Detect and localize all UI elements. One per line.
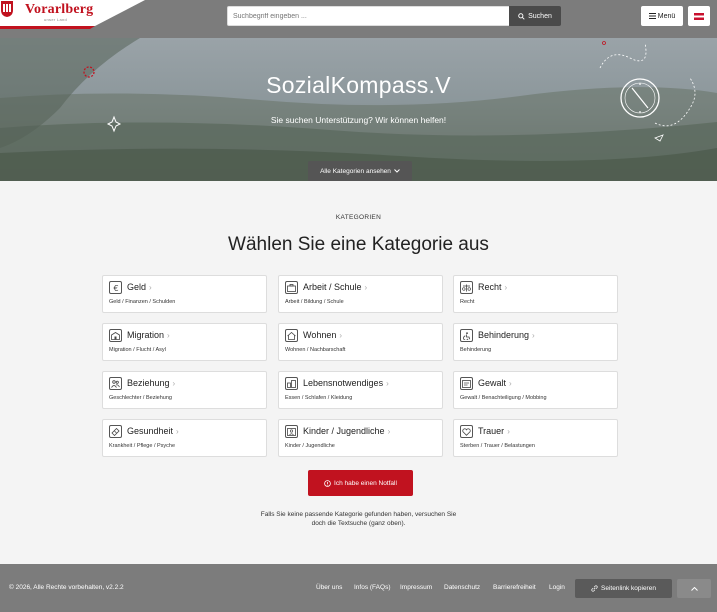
- category-title: Recht ›: [478, 282, 508, 292]
- page-title: Wählen Sie eine Kategorie aus: [228, 234, 489, 255]
- category-card-arbeit-schule[interactable]: Arbeit / Schule › Arbeit / Bildung / Schu…: [278, 275, 443, 313]
- footer-link-datenschutz[interactable]: Datenschutz: [444, 584, 480, 591]
- logo-text: Vorarlberg: [25, 2, 94, 17]
- category-card-geld[interactable]: € Geld › Geld / Finanzen / Schulden: [102, 275, 267, 313]
- category-title: Lebensnotwendiges ›: [303, 378, 389, 388]
- category-subtitle: Geld / Finanzen / Schulden: [109, 299, 176, 305]
- hero-title: SozialKompass.V: [266, 72, 451, 98]
- category-card-beziehung[interactable]: Beziehung › Geschlechter / Beziehung: [102, 371, 267, 409]
- category-card-gesundheit[interactable]: Gesundheit › Krankheit / Pflege / Psyche: [102, 419, 267, 457]
- all-categories-button[interactable]: Alle Kategorien ansehen: [308, 161, 412, 181]
- emergency-button-label: Ich habe einen Notfall: [334, 479, 397, 487]
- copyright-text: © 2026, Alle Rechte vorbehalten, v2.2.2: [9, 584, 124, 591]
- category-subtitle: Arbeit / Bildung / Schule: [285, 299, 344, 305]
- logo-subtext: unser Land: [44, 17, 68, 22]
- category-subtitle: Krankheit / Pflege / Psyche: [109, 443, 176, 449]
- menu-button-label: Menü: [657, 12, 676, 20]
- search-hint-line1: Falls Sie keine passende Kategorie gefun…: [260, 511, 457, 518]
- category-card-wohnen[interactable]: Wohnen › Wohnen / Nachbarschaft: [278, 323, 443, 361]
- alert-icon: [324, 479, 331, 487]
- hero-subtitle: Sie suchen Unterstützung? Wir können hel…: [270, 115, 447, 125]
- shield-icon: [460, 377, 473, 390]
- category-title: Arbeit / Schule ›: [303, 282, 368, 292]
- category-subtitle: Wohnen / Nachbarschaft: [285, 347, 346, 353]
- heart-icon: [460, 425, 473, 438]
- menu-button[interactable]: Menü: [641, 6, 683, 26]
- hamburger-icon: [648, 13, 656, 19]
- category-card-migration[interactable]: Migration › Migration / Flucht / Asyl: [102, 323, 267, 361]
- svg-text:€: €: [113, 284, 118, 292]
- category-subtitle: Kinder / Jugendliche: [285, 443, 335, 449]
- category-subtitle: Migration / Flucht / Asyl: [109, 347, 166, 353]
- search-input[interactable]: [227, 6, 510, 26]
- header: Vorarlberg unser Land Suchen Menü: [0, 0, 717, 38]
- category-subtitle: Recht: [460, 299, 475, 305]
- section-eyebrow: KATEGORIEN: [335, 214, 382, 221]
- austria-flag-icon: [694, 12, 704, 20]
- category-title: Kinder / Jugendliche ›: [303, 426, 391, 436]
- search-hint-line2: doch die Textsuche (ganz oben).: [311, 520, 406, 527]
- footer-link-faqs[interactable]: Infos (FAQs): [354, 584, 390, 591]
- link-icon: [591, 585, 598, 592]
- category-title: Behinderung ›: [478, 330, 535, 340]
- crest-icon: [1, 1, 13, 17]
- euro-icon: €: [109, 281, 122, 294]
- search-button[interactable]: Suchen: [509, 6, 561, 26]
- category-title: Gewalt ›: [478, 378, 512, 388]
- search-hint: Falls Sie keine passende Kategorie gefun…: [0, 510, 717, 528]
- category-subtitle: Essen / Schlafen / Kleidung: [285, 395, 353, 401]
- category-card-lebensnotwendiges[interactable]: Lebensnotwendiges › Essen / Schlafen / Kl…: [278, 371, 443, 409]
- footer: © 2026, Alle Rechte vorbehalten, v2.2.2 …: [0, 564, 717, 612]
- category-subtitle: Sterben / Trauer / Belastungen: [460, 443, 535, 449]
- accessibility-icon: [460, 329, 473, 342]
- basket-icon: [285, 377, 298, 390]
- category-subtitle: Gewalt / Benachteiligung / Mobbing: [460, 395, 547, 401]
- language-button[interactable]: [688, 6, 710, 26]
- search-icon: [518, 12, 525, 20]
- category-card-recht[interactable]: Recht › Recht: [453, 275, 618, 313]
- footer-link-ueber-uns[interactable]: Über uns: [316, 584, 342, 591]
- category-subtitle: Behinderung: [460, 347, 492, 353]
- briefcase-icon: [285, 281, 298, 294]
- chevron-up-icon: [690, 586, 698, 591]
- building-icon: [109, 329, 122, 342]
- category-subtitle: Geschlechter / Beziehung: [109, 395, 172, 401]
- chevron-down-icon: [394, 169, 400, 173]
- people-icon: [109, 377, 122, 390]
- category-title: Migration ›: [127, 330, 170, 340]
- house-icon: [285, 329, 298, 342]
- copy-link-label: Seitenlink kopieren: [601, 585, 656, 592]
- category-title: Beziehung ›: [127, 378, 176, 388]
- scales-icon: [460, 281, 473, 294]
- footer-link-login[interactable]: Login: [549, 584, 565, 591]
- category-title: Gesundheit ›: [127, 426, 179, 436]
- health-icon: [109, 425, 122, 438]
- emergency-button[interactable]: Ich habe einen Notfall: [308, 470, 413, 496]
- child-icon: [285, 425, 298, 438]
- logo[interactable]: Vorarlberg unser Land: [0, 0, 145, 38]
- category-card-gewalt[interactable]: Gewalt › Gewalt / Benachteiligung / Mobbi…: [453, 371, 618, 409]
- copy-link-button[interactable]: Seitenlink kopieren: [575, 579, 672, 598]
- landscape-image: [0, 38, 717, 181]
- category-title: Geld ›: [127, 282, 152, 292]
- main-content: KATEGORIEN Wählen Sie eine Kategorie aus…: [0, 181, 717, 564]
- footer-link-impressum[interactable]: Impressum: [400, 584, 432, 591]
- hero-banner: SozialKompass.V Sie suchen Unterstützung…: [0, 38, 717, 181]
- back-to-top-button[interactable]: [677, 579, 711, 598]
- search-button-label: Suchen: [528, 12, 552, 20]
- category-card-trauer[interactable]: Trauer › Sterben / Trauer / Belastungen: [453, 419, 618, 457]
- category-card-kinder-jugendliche[interactable]: Kinder / Jugendliche › Kinder / Jugendlic…: [278, 419, 443, 457]
- category-card-behinderung[interactable]: Behinderung › Behinderung: [453, 323, 618, 361]
- footer-link-barrierefreiheit[interactable]: Barrierefreiheit: [493, 584, 536, 591]
- category-title: Trauer ›: [478, 426, 510, 436]
- category-title: Wohnen ›: [303, 330, 343, 340]
- all-categories-label: Alle Kategorien ansehen: [320, 167, 391, 175]
